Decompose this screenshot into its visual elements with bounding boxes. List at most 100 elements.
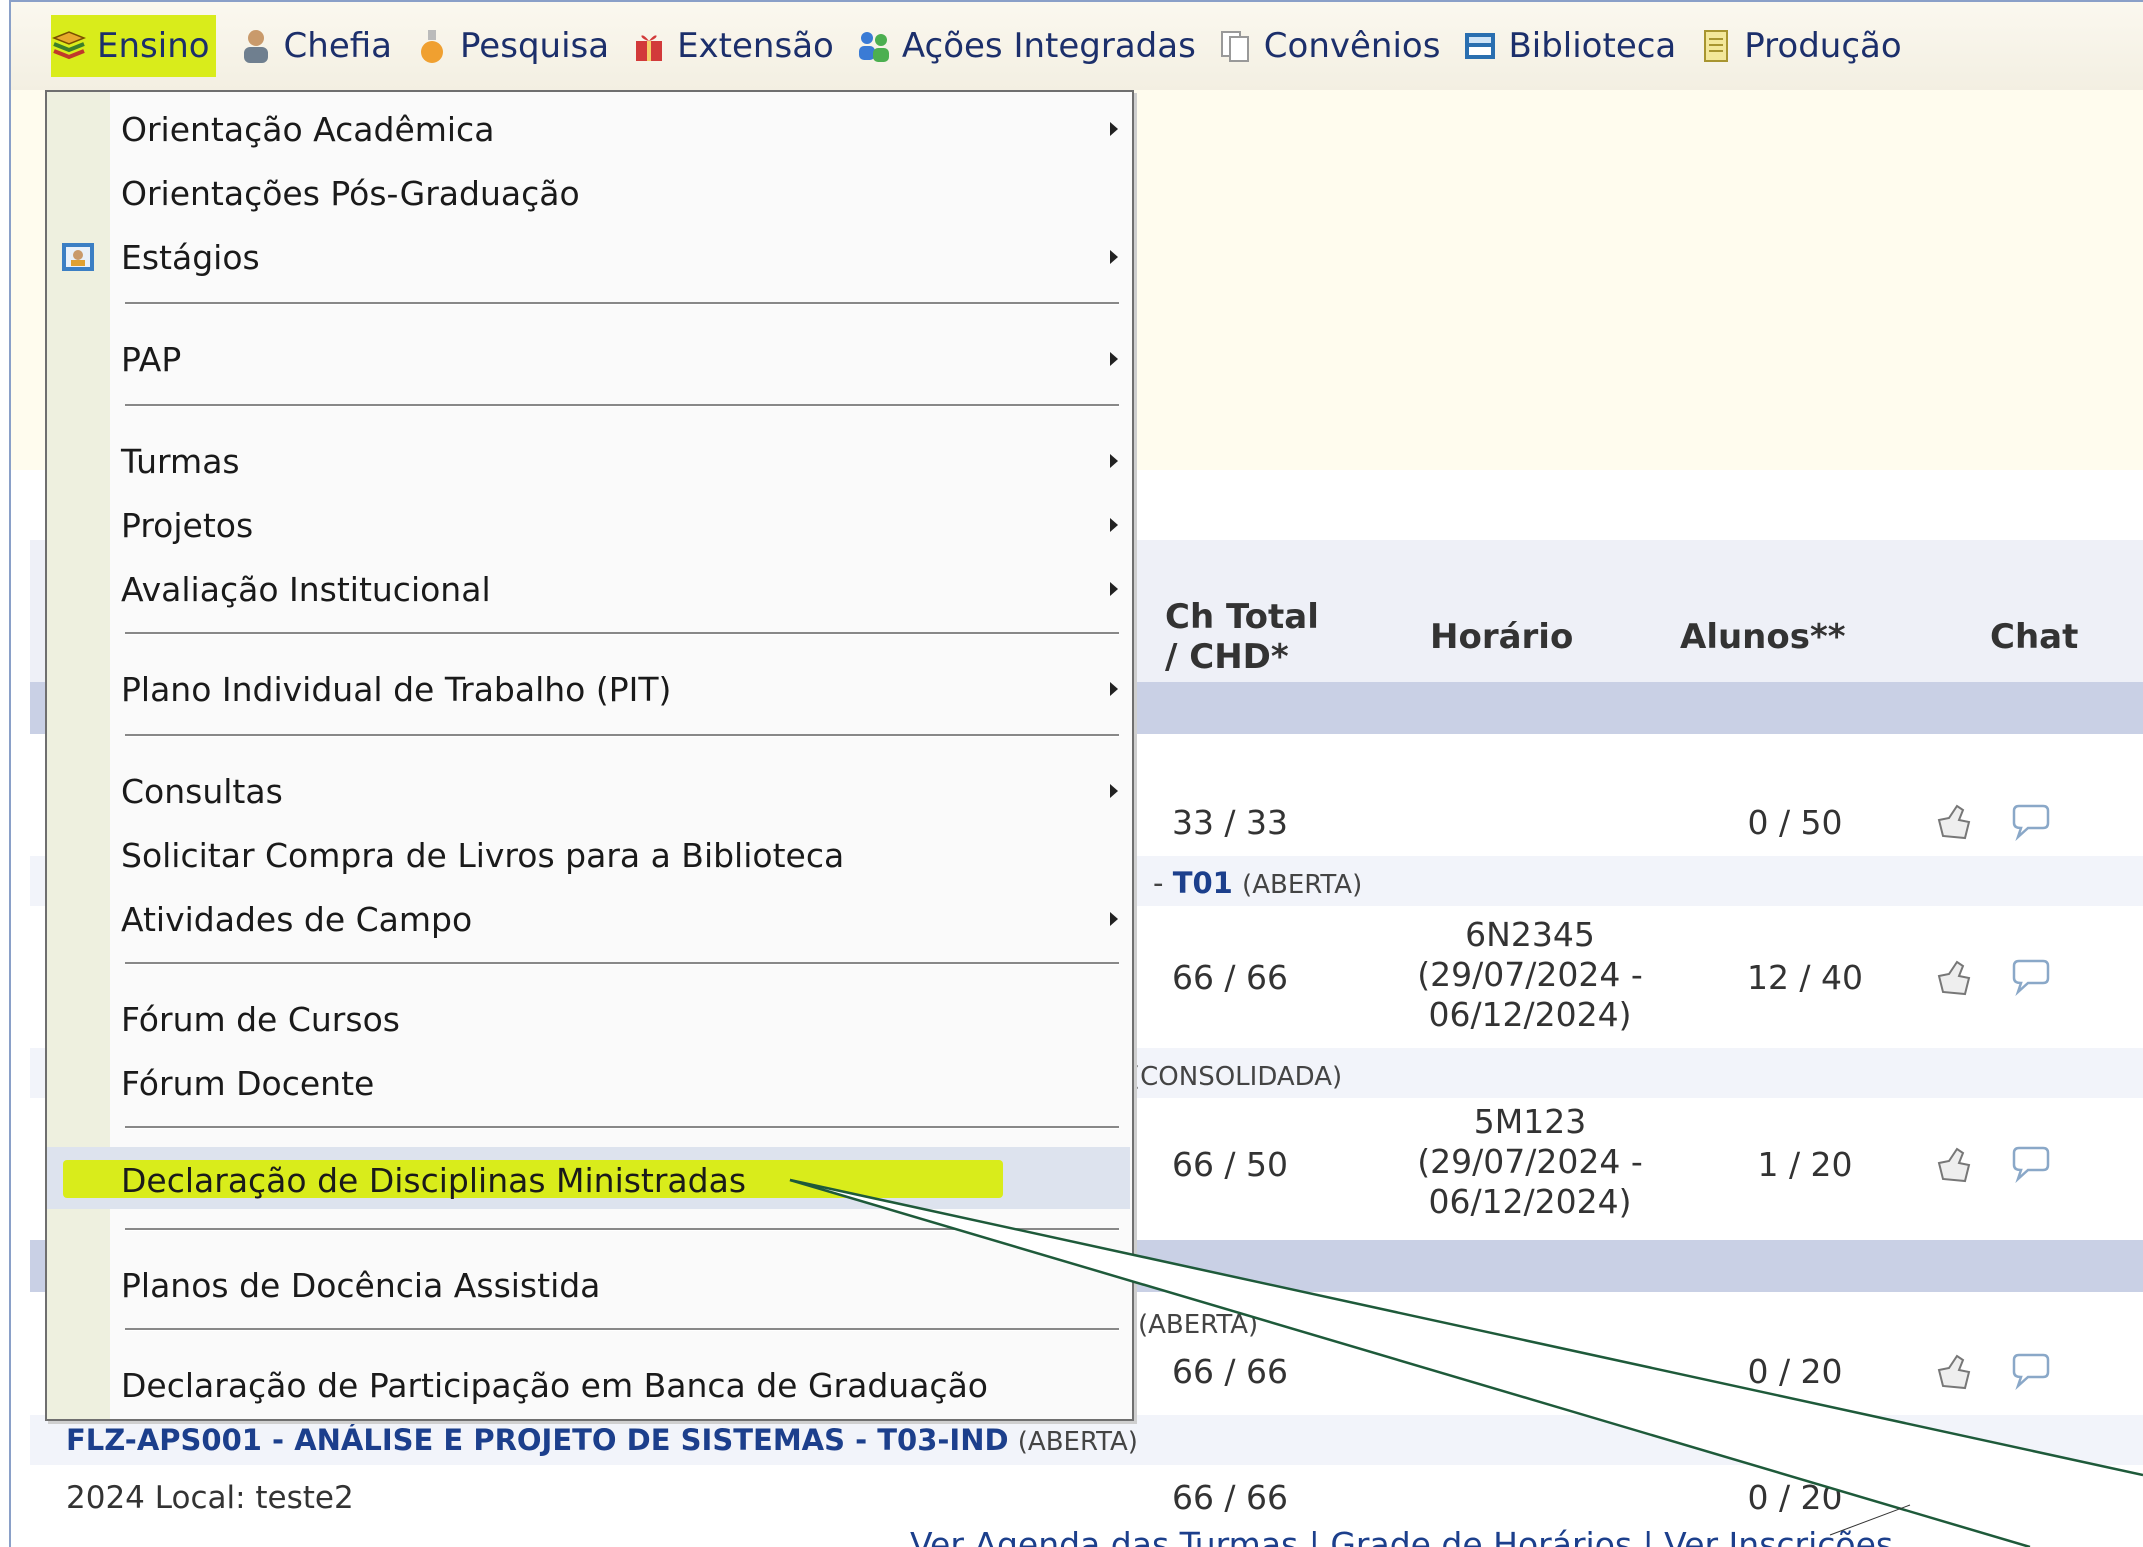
thumb-icon[interactable] [1935, 1352, 1975, 1392]
chat-icon[interactable] [2010, 958, 2052, 996]
header-ch-line1: Ch Total [1165, 597, 1319, 637]
person-icon [238, 28, 274, 64]
menubar-label: Produção [1744, 26, 1902, 66]
menu-item-forum-docente[interactable]: Fórum Docente [121, 1064, 374, 1103]
cell-ch: 33 / 33 [1171, 803, 1289, 842]
cell-ch: 66 / 66 [1171, 958, 1289, 997]
menubar-item-convenios[interactable]: Convênios [1218, 15, 1440, 77]
id-card-icon [62, 243, 94, 271]
cell-ch: 66 / 50 [1171, 1145, 1289, 1184]
menu-item-forum-de-cursos[interactable]: Fórum de Cursos [121, 1000, 400, 1039]
menu-item-projetos[interactable]: Projetos [121, 506, 253, 545]
menu-item-orientacao-academica[interactable]: Orientação Acadêmica [121, 110, 494, 149]
turma-code: T01 [1172, 866, 1233, 900]
menu-separator [125, 1228, 1119, 1231]
cell-alunos: 0 / 50 [1747, 803, 1843, 842]
notepad-icon [1698, 28, 1734, 64]
chat-icon[interactable] [2010, 1145, 2052, 1183]
menubar-label: Ensino [97, 26, 210, 66]
main-menubar: Ensino Chefia Pesquisa Extensão Ações In… [11, 2, 2143, 91]
menu-item-pap[interactable]: PAP [121, 340, 181, 379]
turma-title[interactable]: - T01 (ABERTA) [1153, 866, 1362, 900]
turma-title[interactable]: (CONSOLIDADA) [1130, 1058, 1342, 1092]
submenu-arrow-icon [1110, 682, 1118, 696]
menu-icon-gutter [47, 92, 110, 1419]
ensino-dropdown-menu: Orientação Acadêmica Orientações Pós-Gra… [45, 90, 1134, 1421]
menu-separator [125, 1328, 1119, 1331]
menu-separator [125, 302, 1119, 305]
menu-item-avaliacao-institucional[interactable]: Avaliação Institucional [121, 570, 491, 609]
cell-alunos: 0 / 20 [1747, 1352, 1843, 1391]
menu-item-declaracao-disciplinas-ministradas[interactable]: Declaração de Disciplinas Ministradas [121, 1161, 746, 1200]
menu-separator [125, 632, 1119, 635]
menubar-label: Biblioteca [1508, 26, 1677, 66]
header-ch-total: Ch Total / CHD* [1165, 597, 1319, 677]
header-alunos: Alunos** [1680, 617, 1846, 657]
submenu-arrow-icon [1110, 784, 1118, 798]
horario-start: (29/07/2024 - [1417, 1142, 1643, 1181]
bottom-links[interactable]: Ver Agenda das Turmas | Grade de Horário… [910, 1525, 1893, 1547]
thumb-icon[interactable] [1935, 802, 1975, 842]
menu-item-orientacoes-pos-graduacao[interactable]: Orientações Pós-Graduação [121, 174, 580, 213]
menubar-item-ensino[interactable]: Ensino [51, 15, 216, 77]
turma-status: (ABERTA) [1242, 870, 1363, 900]
submenu-arrow-icon [1110, 454, 1118, 468]
turma-title[interactable]: FLZ-APS001 - ANÁLISE E PROJETO DE SISTEM… [66, 1423, 1138, 1457]
menu-item-turmas[interactable]: Turmas [121, 442, 240, 481]
menu-separator [125, 1126, 1119, 1129]
turma-status: (ABERTA) [1017, 1427, 1138, 1457]
menubar-item-pesquisa[interactable]: Pesquisa [414, 15, 609, 77]
cell-ch: 66 / 66 [1171, 1478, 1289, 1517]
submenu-arrow-icon [1110, 582, 1118, 596]
horario-code: 5M123 [1473, 1102, 1587, 1141]
turma-status: (ABERTA) [1138, 1310, 1259, 1340]
cell-ch: 66 / 66 [1171, 1352, 1289, 1391]
chat-icon[interactable] [2010, 1352, 2052, 1390]
menubar-item-biblioteca[interactable]: Biblioteca [1462, 15, 1676, 77]
menubar-item-producao[interactable]: Produção [1698, 15, 1902, 77]
submenu-arrow-icon [1110, 122, 1118, 136]
menu-item-estagios[interactable]: Estágios [121, 238, 260, 277]
thumb-icon[interactable] [1935, 1145, 1975, 1185]
flask-icon [414, 28, 450, 64]
menu-item-declaracao-banca-graduacao[interactable]: Declaração de Participação em Banca de G… [121, 1366, 988, 1405]
horario-end: 06/12/2024) [1428, 1182, 1632, 1221]
submenu-arrow-icon [1110, 250, 1118, 264]
menubar-label: Pesquisa [460, 26, 610, 66]
turma-title[interactable]: (ABERTA) [1138, 1306, 1258, 1340]
menu-item-planos-docencia-assistida[interactable]: Planos de Docência Assistida [121, 1266, 600, 1305]
menu-item-pit[interactable]: Plano Individual de Trabalho (PIT) [121, 670, 671, 709]
menubar-item-extensao[interactable]: Extensão [631, 15, 834, 77]
horario-end: 06/12/2024) [1428, 995, 1632, 1034]
cell-alunos: 1 / 20 [1757, 1145, 1853, 1184]
submenu-arrow-icon [1110, 912, 1118, 926]
bookshelf-icon [1462, 28, 1498, 64]
gift-icon [631, 28, 667, 64]
thumb-icon[interactable] [1935, 958, 1975, 998]
menubar-item-chefia[interactable]: Chefia [238, 15, 392, 77]
submenu-arrow-icon [1110, 518, 1118, 532]
header-ch-line2: / CHD* [1165, 637, 1289, 677]
menu-separator [125, 404, 1119, 407]
people-icon [856, 28, 892, 64]
menu-separator [125, 962, 1119, 965]
submenu-arrow-icon [1110, 352, 1118, 366]
turma-local: 2024 Local: teste2 [66, 1480, 354, 1516]
header-horario: Horário [1430, 617, 1574, 657]
menu-separator [125, 734, 1119, 737]
menu-item-solicitar-compra-livros[interactable]: Solicitar Compra de Livros para a Biblio… [121, 836, 844, 875]
horario-code: 6N2345 [1465, 915, 1595, 954]
book-icon [51, 28, 87, 64]
turma-status: (CONSOLIDADA) [1130, 1062, 1343, 1092]
horario-start: (29/07/2024 - [1417, 955, 1643, 994]
chat-icon[interactable] [2010, 803, 2052, 841]
turma-code: FLZ-APS001 - ANÁLISE E PROJETO DE SISTEM… [66, 1423, 1009, 1457]
menubar-item-acoes-integradas[interactable]: Ações Integradas [856, 15, 1196, 77]
menu-item-consultas[interactable]: Consultas [121, 772, 283, 811]
menu-item-atividades-de-campo[interactable]: Atividades de Campo [121, 900, 472, 939]
cell-alunos: 12 / 40 [1746, 958, 1864, 997]
documents-icon [1218, 28, 1254, 64]
cell-alunos: 0 / 20 [1747, 1478, 1843, 1517]
screen: Ensino Chefia Pesquisa Extensão Ações In… [0, 0, 2143, 1547]
header-chat: Chat [1990, 617, 2079, 657]
